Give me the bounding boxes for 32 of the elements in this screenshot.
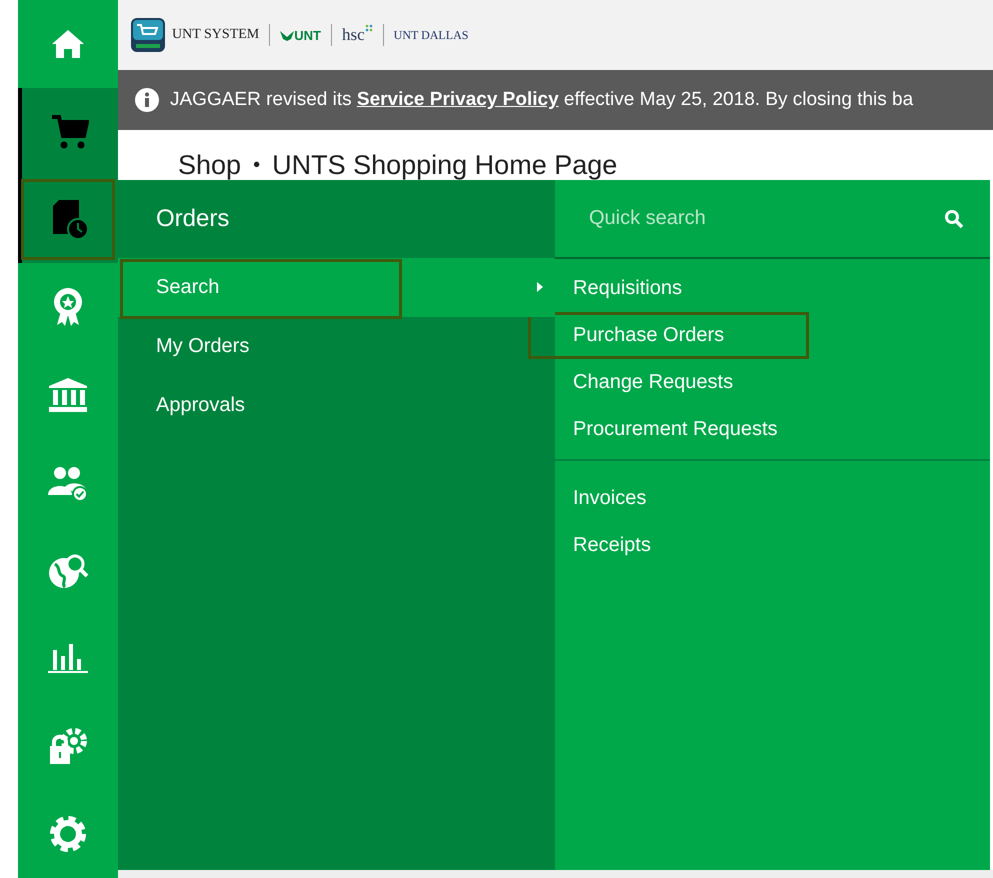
privacy-policy-link[interactable]: Service Privacy Policy: [356, 89, 559, 110]
institution-logo-text: UNT: [294, 28, 321, 42]
users-check-icon: [47, 464, 89, 501]
page-title: UNTS Shopping Home Page: [272, 150, 618, 180]
menu-title: Orders: [155, 204, 230, 234]
dots-icon: [364, 24, 373, 32]
home-icon: [50, 28, 86, 60]
caret-icon: [537, 282, 543, 292]
breadcrumb-separator: •: [253, 153, 260, 178]
eproc-logo-icon: [130, 17, 166, 53]
submenu-item[interactable]: Receipts: [528, 522, 809, 569]
search-icon: [944, 208, 964, 228]
breadcrumb-section[interactable]: Shop: [178, 150, 242, 180]
eagle-logo-icon: [280, 29, 294, 41]
institution-logo-text: UNT SYSTEM: [172, 27, 260, 43]
lock-gear-icon: [47, 726, 89, 766]
sidebar-item[interactable]: [18, 176, 118, 264]
bar-chart-icon: [47, 642, 89, 674]
globe-search-icon: [47, 552, 89, 590]
bank-icon: [47, 377, 89, 414]
document-clock-icon: [51, 198, 89, 240]
cart-icon: [51, 114, 89, 150]
institution-logo-text: hsc: [342, 25, 365, 45]
award-icon: [53, 287, 83, 328]
info-icon: [134, 87, 160, 113]
submenu-item[interactable]: Invoices: [528, 475, 809, 522]
menu-item[interactable]: Search: [118, 258, 555, 317]
settings-icon: [48, 814, 88, 854]
notice-text: JAGGAER revised its Service Privacy Policy effective May 25, 2018. By closing this ba: [170, 89, 914, 111]
sidebar-item[interactable]: [18, 88, 118, 176]
quick-search-field[interactable]: Quick search: [587, 206, 944, 231]
institution-logo-text: UNT DALLAS: [394, 28, 468, 42]
